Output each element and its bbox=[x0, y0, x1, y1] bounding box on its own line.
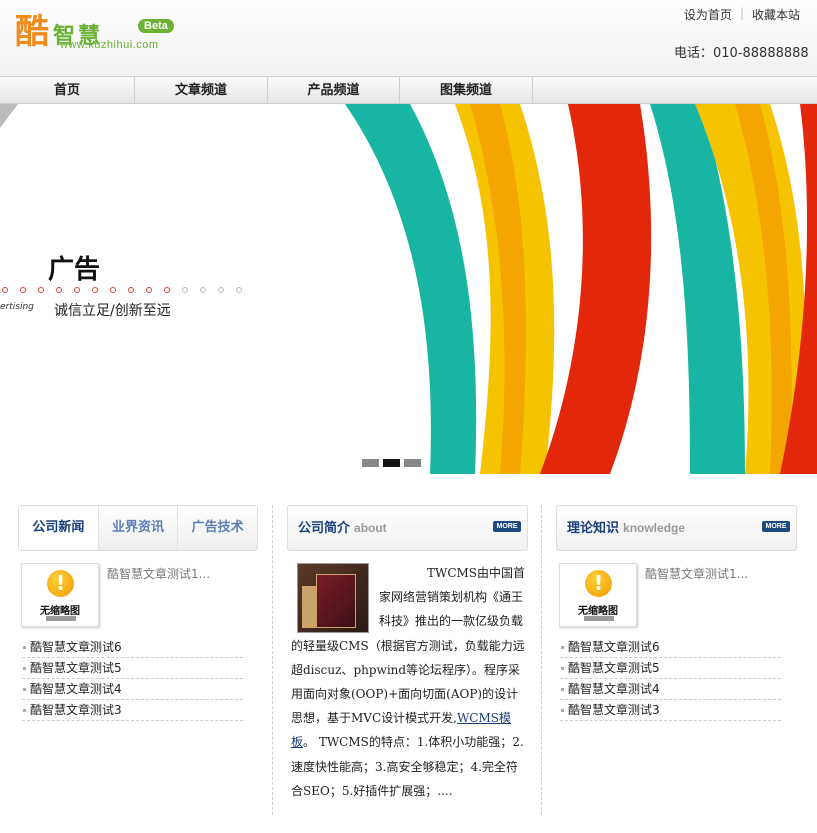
list-item[interactable]: 酷智慧文章测试6 bbox=[560, 637, 781, 658]
knowledge-column: 理论知识 knowledge MORE ! 无缩略图 酷智慧文章测试1... 酷智… bbox=[556, 505, 797, 721]
bookmark-link[interactable]: 收藏本站 bbox=[750, 6, 802, 23]
decor-dot bbox=[56, 287, 62, 293]
decor-dot bbox=[218, 287, 224, 293]
banner-title: 广告 bbox=[48, 255, 101, 285]
decor-dot bbox=[38, 287, 44, 293]
list-item[interactable]: 酷智慧文章测试3 bbox=[560, 700, 781, 721]
thumbnail-bar bbox=[584, 616, 614, 621]
decor-dot bbox=[74, 287, 80, 293]
knowledge-list: 酷智慧文章测试6 酷智慧文章测试5 酷智慧文章测试4 酷智慧文章测试3 bbox=[556, 637, 781, 721]
no-thumbnail-label: 无缩略图 bbox=[578, 606, 618, 617]
news-column: 公司新闻 业界资讯 广告技术 ! 无缩略图 酷智慧文章测试1... 酷智慧文章测… bbox=[18, 505, 258, 721]
section-title: 理论知识 knowledge bbox=[567, 506, 685, 551]
slider-dot-1[interactable] bbox=[362, 459, 379, 467]
news-tabs: 公司新闻 业界资讯 广告技术 bbox=[18, 505, 258, 551]
more-button[interactable]: MORE bbox=[762, 521, 790, 532]
decor-dot bbox=[92, 287, 98, 293]
slider-dot-2[interactable] bbox=[383, 459, 400, 467]
nav-item-articles[interactable]: 文章频道 bbox=[135, 77, 268, 104]
section-title: 公司简介 about bbox=[298, 506, 387, 551]
banner-tag: ertising bbox=[0, 302, 34, 312]
column-divider bbox=[272, 505, 273, 815]
ribbon-red-1 bbox=[540, 104, 652, 474]
knowledge-header: 理论知识 knowledge MORE bbox=[556, 505, 797, 551]
tab-industry-news[interactable]: 业界资讯 bbox=[99, 506, 179, 550]
banner-slider[interactable]: 广告 ertising 诚信立足/创新至远 bbox=[0, 104, 817, 474]
section-title-cn: 公司简介 bbox=[298, 521, 351, 536]
slider-dot-3[interactable] bbox=[404, 459, 421, 467]
banner-decor-dots bbox=[2, 287, 242, 293]
featured-article-link[interactable]: 酷智慧文章测试1... bbox=[107, 565, 210, 582]
about-header: 公司简介 about MORE bbox=[287, 505, 528, 551]
section-title-cn: 理论知识 bbox=[567, 521, 620, 536]
set-homepage-link[interactable]: 设为首页 bbox=[682, 6, 734, 23]
featured-article: ! 无缩略图 酷智慧文章测试1... bbox=[18, 563, 258, 637]
section-title-en: about bbox=[354, 521, 387, 535]
decor-dot bbox=[236, 287, 242, 293]
decor-dot bbox=[110, 287, 116, 293]
section-title-en: knowledge bbox=[623, 521, 686, 535]
about-column: 公司简介 about MORE TWCMS由中国首家网络营销策划机构《通王科技》推… bbox=[287, 505, 528, 803]
contact-phone: 电话：010-88888888 bbox=[674, 46, 809, 61]
column-divider bbox=[541, 505, 542, 815]
decor-dot bbox=[128, 287, 134, 293]
nav-item-gallery[interactable]: 图集频道 bbox=[400, 77, 533, 104]
decor-dot bbox=[200, 287, 206, 293]
nav-item-products[interactable]: 产品频道 bbox=[268, 77, 400, 104]
list-item[interactable]: 酷智慧文章测试4 bbox=[22, 679, 243, 700]
decor-dot bbox=[182, 287, 188, 293]
ribbon-teal-1 bbox=[345, 104, 477, 474]
no-thumbnail-label: 无缩略图 bbox=[40, 606, 80, 617]
slider-pagination bbox=[362, 459, 421, 467]
featured-article: ! 无缩略图 酷智慧文章测试1... bbox=[556, 563, 797, 637]
about-image-detail bbox=[316, 574, 356, 628]
warning-icon: ! bbox=[47, 570, 74, 597]
list-item[interactable]: 酷智慧文章测试5 bbox=[22, 658, 243, 679]
list-item[interactable]: 酷智慧文章测试6 bbox=[22, 637, 243, 658]
warning-icon: ! bbox=[585, 570, 612, 597]
more-button[interactable]: MORE bbox=[493, 521, 521, 532]
main-nav: 首页 文章频道 产品频道 图集频道 bbox=[0, 76, 817, 104]
about-text: TWCMS由中国首家网络营销策划机构《通王科技》推出的一款亿级负载的轻量级CMS… bbox=[287, 561, 528, 803]
link-separator: | bbox=[739, 6, 744, 20]
logo-url: www.kuzhihui.com bbox=[60, 39, 159, 51]
site-logo[interactable]: 酷 智慧 Beta www.kuzhihui.com bbox=[15, 14, 185, 60]
list-item[interactable]: 酷智慧文章测试4 bbox=[560, 679, 781, 700]
logo-primary: 酷 bbox=[15, 12, 49, 52]
site-header: 酷 智慧 Beta www.kuzhihui.com 设为首页 | 收藏本站 电… bbox=[0, 0, 817, 76]
list-item[interactable]: 酷智慧文章测试5 bbox=[560, 658, 781, 679]
beta-badge: Beta bbox=[138, 19, 174, 33]
top-links: 设为首页 | 收藏本站 bbox=[682, 6, 802, 23]
tab-ad-tech[interactable]: 广告技术 bbox=[178, 506, 257, 550]
decor-dot bbox=[20, 287, 26, 293]
tab-company-news[interactable]: 公司新闻 bbox=[19, 506, 99, 550]
decor-dot bbox=[164, 287, 170, 293]
banner-slogan: 诚信立足/创新至远 bbox=[54, 303, 171, 319]
news-list: 酷智慧文章测试6 酷智慧文章测试5 酷智慧文章测试4 酷智慧文章测试3 bbox=[18, 637, 243, 721]
thumbnail-bar bbox=[46, 616, 76, 621]
decor-dot bbox=[146, 287, 152, 293]
featured-article-link[interactable]: 酷智慧文章测试1... bbox=[645, 565, 748, 582]
banner-corner-fold bbox=[0, 104, 18, 128]
featured-thumbnail[interactable]: ! 无缩略图 bbox=[559, 563, 637, 627]
featured-thumbnail[interactable]: ! 无缩略图 bbox=[21, 563, 99, 627]
decor-dot bbox=[2, 287, 8, 293]
list-item[interactable]: 酷智慧文章测试3 bbox=[22, 700, 243, 721]
about-text-part2: 。 TWCMS的特点：1.体积小功能强；2.速度快性能高；3.高安全够稳定；4.… bbox=[291, 735, 524, 798]
about-image bbox=[297, 563, 369, 633]
nav-item-home[interactable]: 首页 bbox=[0, 77, 135, 104]
